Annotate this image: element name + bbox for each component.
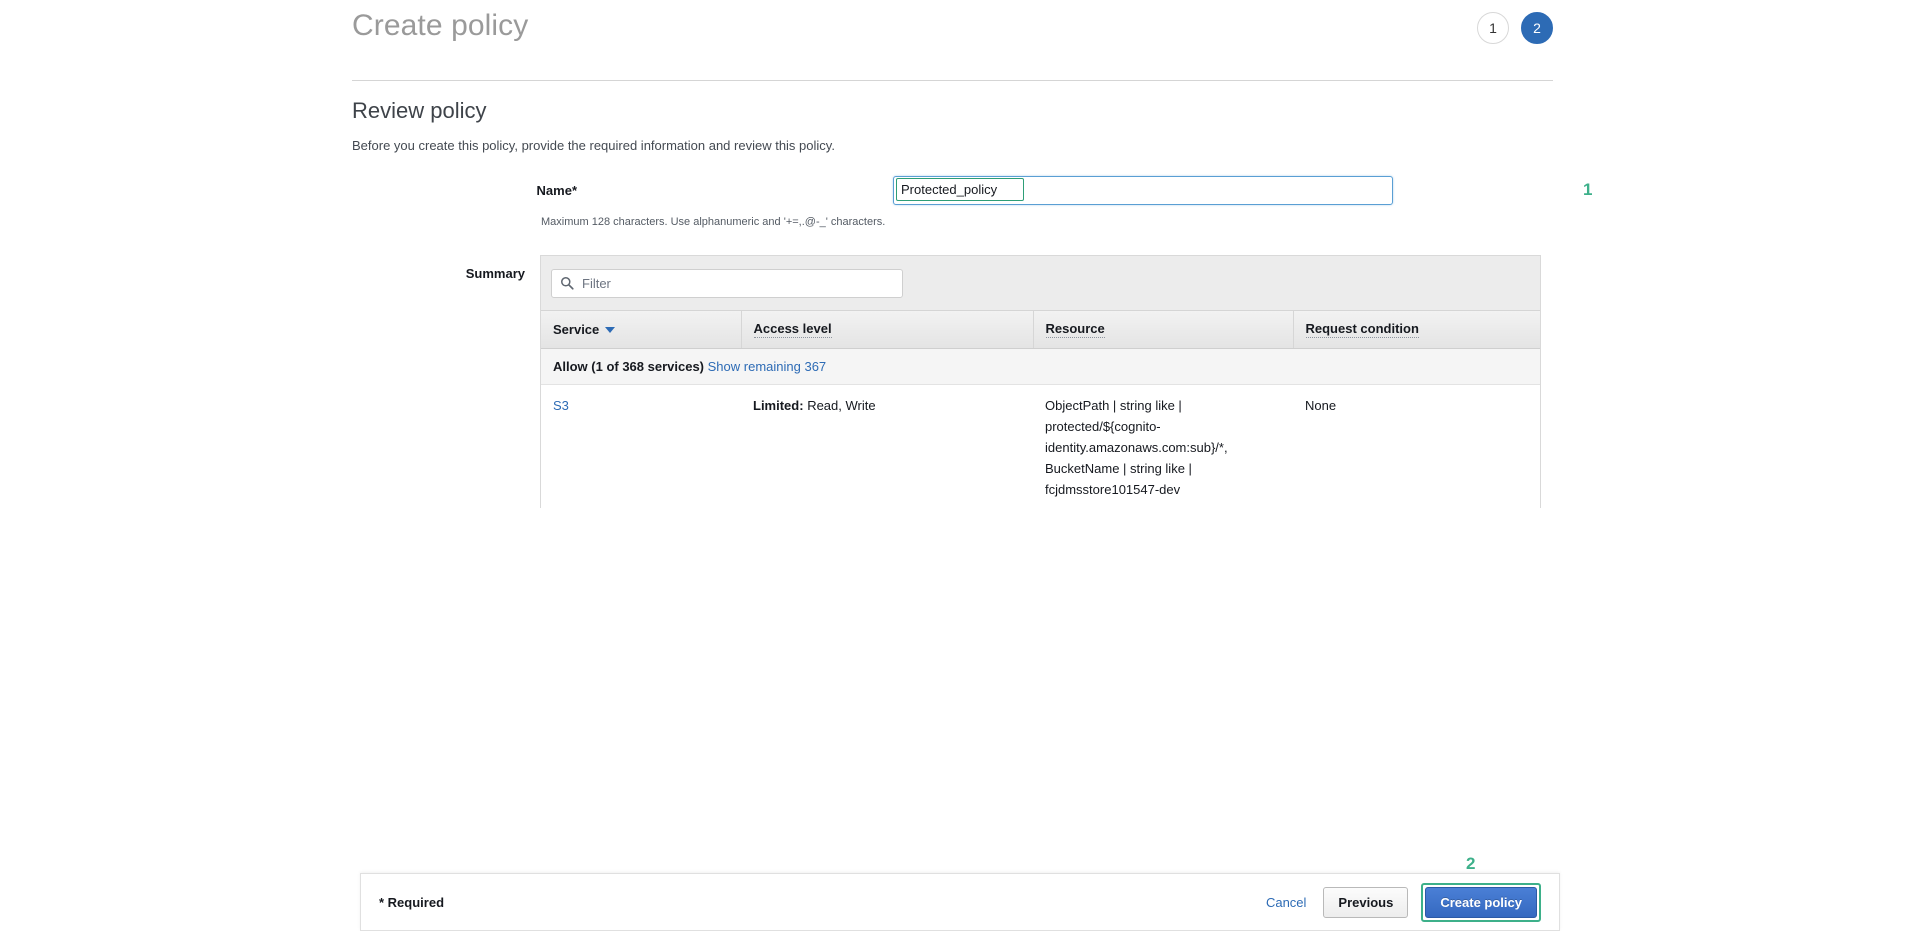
create-policy-button[interactable]: Create policy <box>1425 886 1537 918</box>
summary-table-header-row: Service Access level Resource Request co… <box>541 311 1540 349</box>
section-subtitle: Before you create this policy, provide t… <box>352 138 835 153</box>
footer-action-bar: * Required Cancel Previous Create policy <box>360 873 1560 931</box>
page-header: Create policy 1 2 <box>352 0 1553 76</box>
column-header-access-level[interactable]: Access level <box>741 311 1034 349</box>
name-field-hint: Maximum 128 characters. Use alphanumeric… <box>541 216 886 228</box>
cell-resource: ObjectPath | string like | protected/${c… <box>1033 384 1293 510</box>
create-policy-highlight: Create policy <box>1421 882 1541 922</box>
column-header-access-level-label: Access level <box>753 321 832 338</box>
annotation-marker-2: 2 <box>1466 854 1476 873</box>
previous-button[interactable]: Previous <box>1323 886 1409 918</box>
service-link-s3[interactable]: S3 <box>553 398 569 413</box>
section-title: Review policy <box>352 98 487 123</box>
cancel-button[interactable]: Cancel <box>1262 889 1310 916</box>
cell-access-level: Limited: Read, Write <box>741 384 1033 510</box>
wizard-step-2-label: 2 <box>1533 20 1541 36</box>
filter-input-wrap[interactable] <box>551 268 903 298</box>
summary-group-label: Allow (1 of 368 services) <box>553 359 705 374</box>
column-header-request-condition-label: Request condition <box>1305 321 1419 338</box>
summary-table: Service Access level Resource Request co… <box>541 311 1540 510</box>
wizard-step-1[interactable]: 1 <box>1477 12 1509 44</box>
cell-service: S3 <box>541 384 741 510</box>
name-field-label: Name* <box>536 183 577 198</box>
summary-label: Summary <box>465 266 525 281</box>
wizard-step-2[interactable]: 2 <box>1521 12 1553 44</box>
show-remaining-services-link[interactable]: Show remaining 367 <box>708 359 827 374</box>
page-title: Create policy <box>352 9 529 42</box>
name-row: Name* 1 <box>352 176 1592 205</box>
footer-actions: Cancel Previous Create policy <box>1262 882 1541 922</box>
summary-group-cell: Allow (1 of 368 services) Show remaining… <box>541 348 1540 385</box>
policy-name-input[interactable] <box>896 178 1024 201</box>
wizard-step-1-label: 1 <box>1489 20 1497 36</box>
header-divider <box>352 80 1553 81</box>
annotation-marker-1: 1 <box>1583 180 1593 199</box>
summary-filter-bar <box>541 256 1540 311</box>
summary-filter-input[interactable] <box>551 268 903 298</box>
summary-group-row: Allow (1 of 368 services) Show remaining… <box>541 348 1540 385</box>
wizard-step-indicator: 1 2 <box>1477 12 1553 44</box>
access-level-prefix: Limited: <box>753 398 804 413</box>
column-header-resource[interactable]: Resource <box>1033 311 1294 349</box>
cell-request-condition: None <box>1293 384 1540 510</box>
sort-desc-icon[interactable] <box>605 326 616 333</box>
column-header-service[interactable]: Service <box>541 311 742 349</box>
column-header-service-label: Service <box>553 322 600 337</box>
table-row: S3 Limited: Read, Write ObjectPath | str… <box>541 384 1540 510</box>
column-header-request-condition[interactable]: Request condition <box>1293 311 1540 349</box>
access-level-value: Read, Write <box>807 398 876 413</box>
name-field-container[interactable]: 1 <box>893 176 1592 205</box>
required-note: * Required <box>379 894 445 910</box>
column-header-resource-label: Resource <box>1045 321 1105 338</box>
summary-panel: Service Access level Resource Request co… <box>540 255 1541 510</box>
